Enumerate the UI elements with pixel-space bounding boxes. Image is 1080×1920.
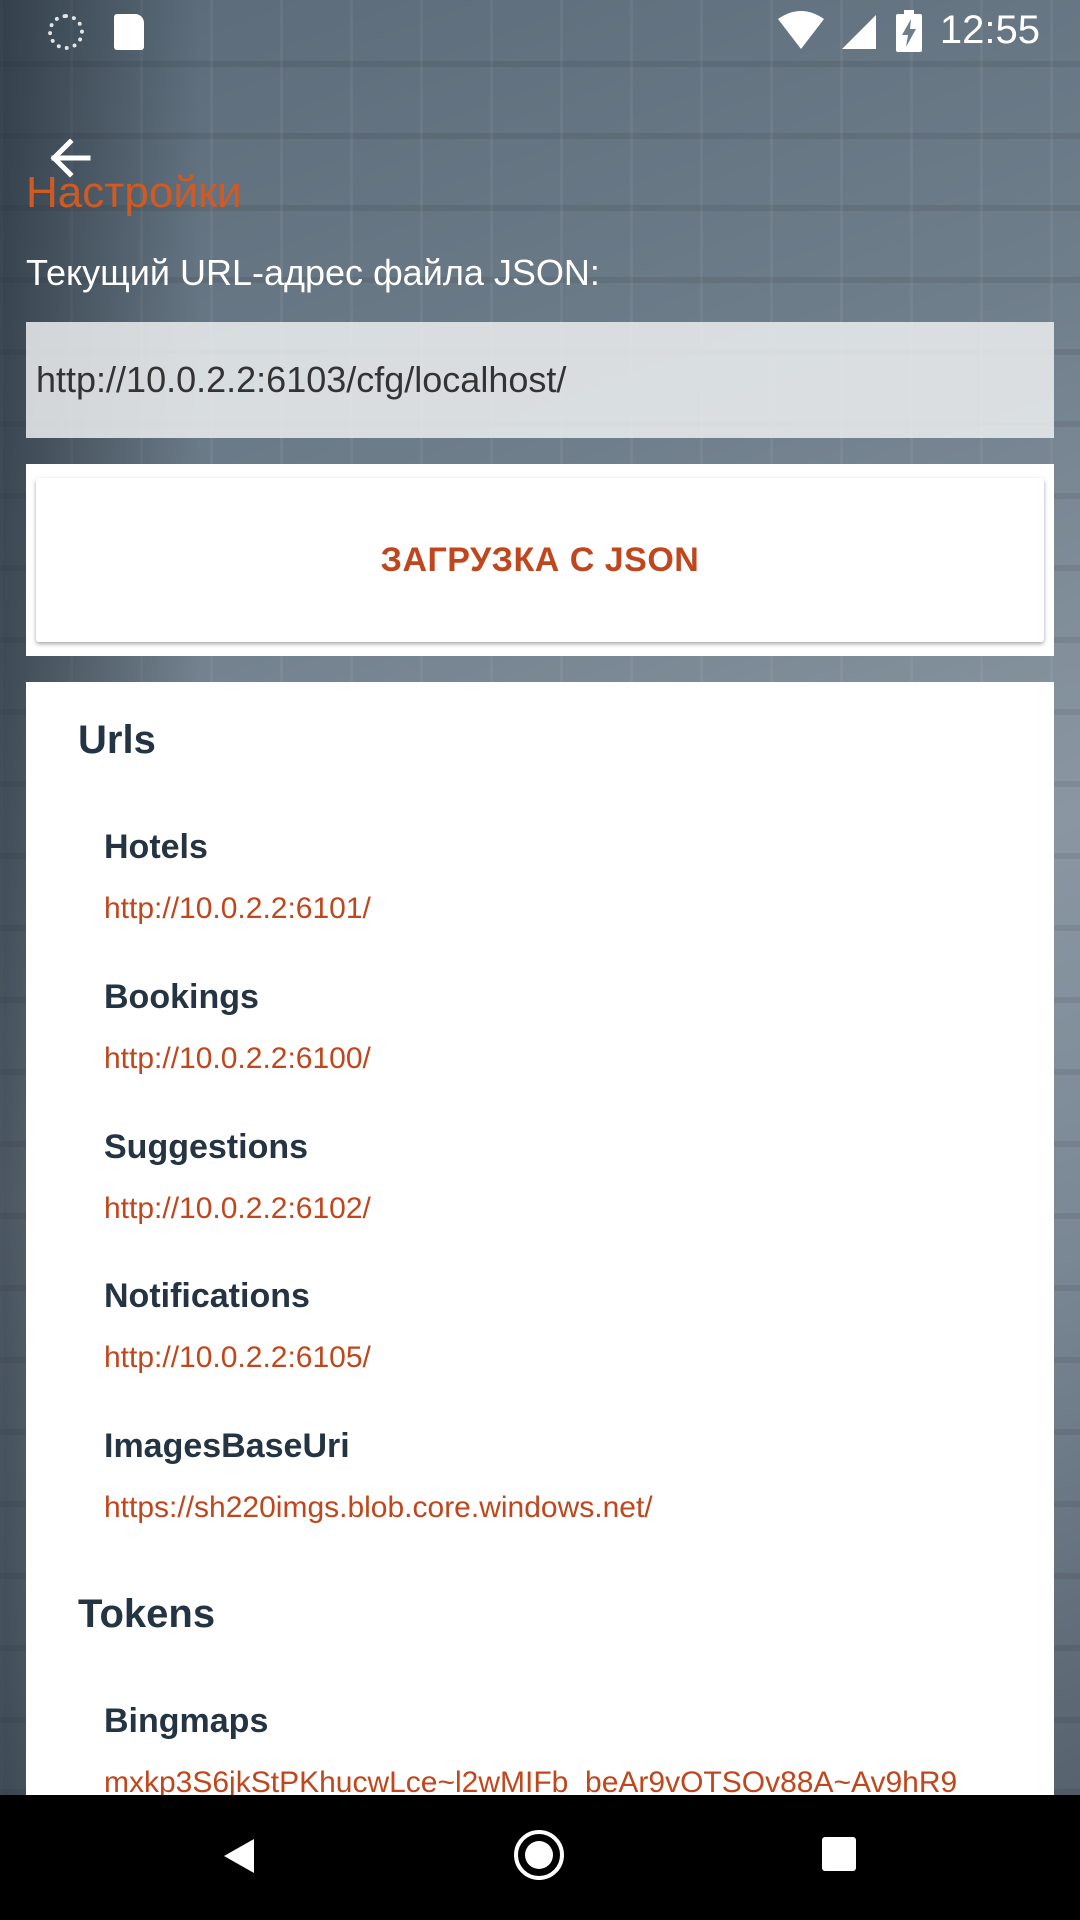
home-circle-icon[interactable] <box>514 1830 564 1880</box>
setting-value-imagesbaseuri[interactable]: https://sh220imgs.blob.core.windows.net/ <box>104 1491 653 1525</box>
load-button-container: ЗАГРУЗКА С JSON <box>26 464 1054 656</box>
section-title-tokens: Tokens <box>78 1592 216 1636</box>
setting-key-hotels: Hotels <box>104 828 208 866</box>
status-bar: 12:55 <box>0 0 1080 66</box>
back-triangle-icon[interactable] <box>222 1837 256 1875</box>
sync-icon <box>48 14 84 50</box>
wifi-icon <box>777 10 824 49</box>
setting-key-imagesbaseuri: ImagesBaseUri <box>104 1427 350 1465</box>
sd-card-icon <box>114 14 144 50</box>
signal-icon <box>841 14 876 49</box>
clock: 12:55 <box>939 8 1040 52</box>
setting-key-notifications: Notifications <box>104 1277 310 1315</box>
page-title: Настройки <box>26 168 242 217</box>
setting-key-bingmaps: Bingmaps <box>104 1702 269 1740</box>
setting-key-bookings: Bookings <box>104 978 259 1016</box>
battery-charging-icon <box>895 9 922 52</box>
load-from-json-button[interactable]: ЗАГРУЗКА С JSON <box>36 478 1044 642</box>
settings-card: Urls Hotels http://10.0.2.2:6101/ Bookin… <box>26 682 1054 1795</box>
json-url-label: Текущий URL-адрес файла JSON: <box>26 252 600 293</box>
setting-key-suggestions: Suggestions <box>104 1128 309 1166</box>
setting-value-bookings[interactable]: http://10.0.2.2:6100/ <box>104 1042 371 1076</box>
json-url-input[interactable] <box>26 322 1054 438</box>
setting-value-notifications[interactable]: http://10.0.2.2:6105/ <box>104 1341 371 1375</box>
setting-value-bingmaps[interactable]: mxkp3S6jkStPKhucwLce~l2wMIFb_beAr9vOTSOv… <box>104 1766 957 1795</box>
setting-value-hotels[interactable]: http://10.0.2.2:6101/ <box>104 892 371 926</box>
setting-value-suggestions[interactable]: http://10.0.2.2:6102/ <box>104 1192 371 1226</box>
section-title-urls: Urls <box>78 718 156 762</box>
recents-square-icon[interactable] <box>822 1837 856 1871</box>
navigation-bar <box>0 1795 1080 1920</box>
